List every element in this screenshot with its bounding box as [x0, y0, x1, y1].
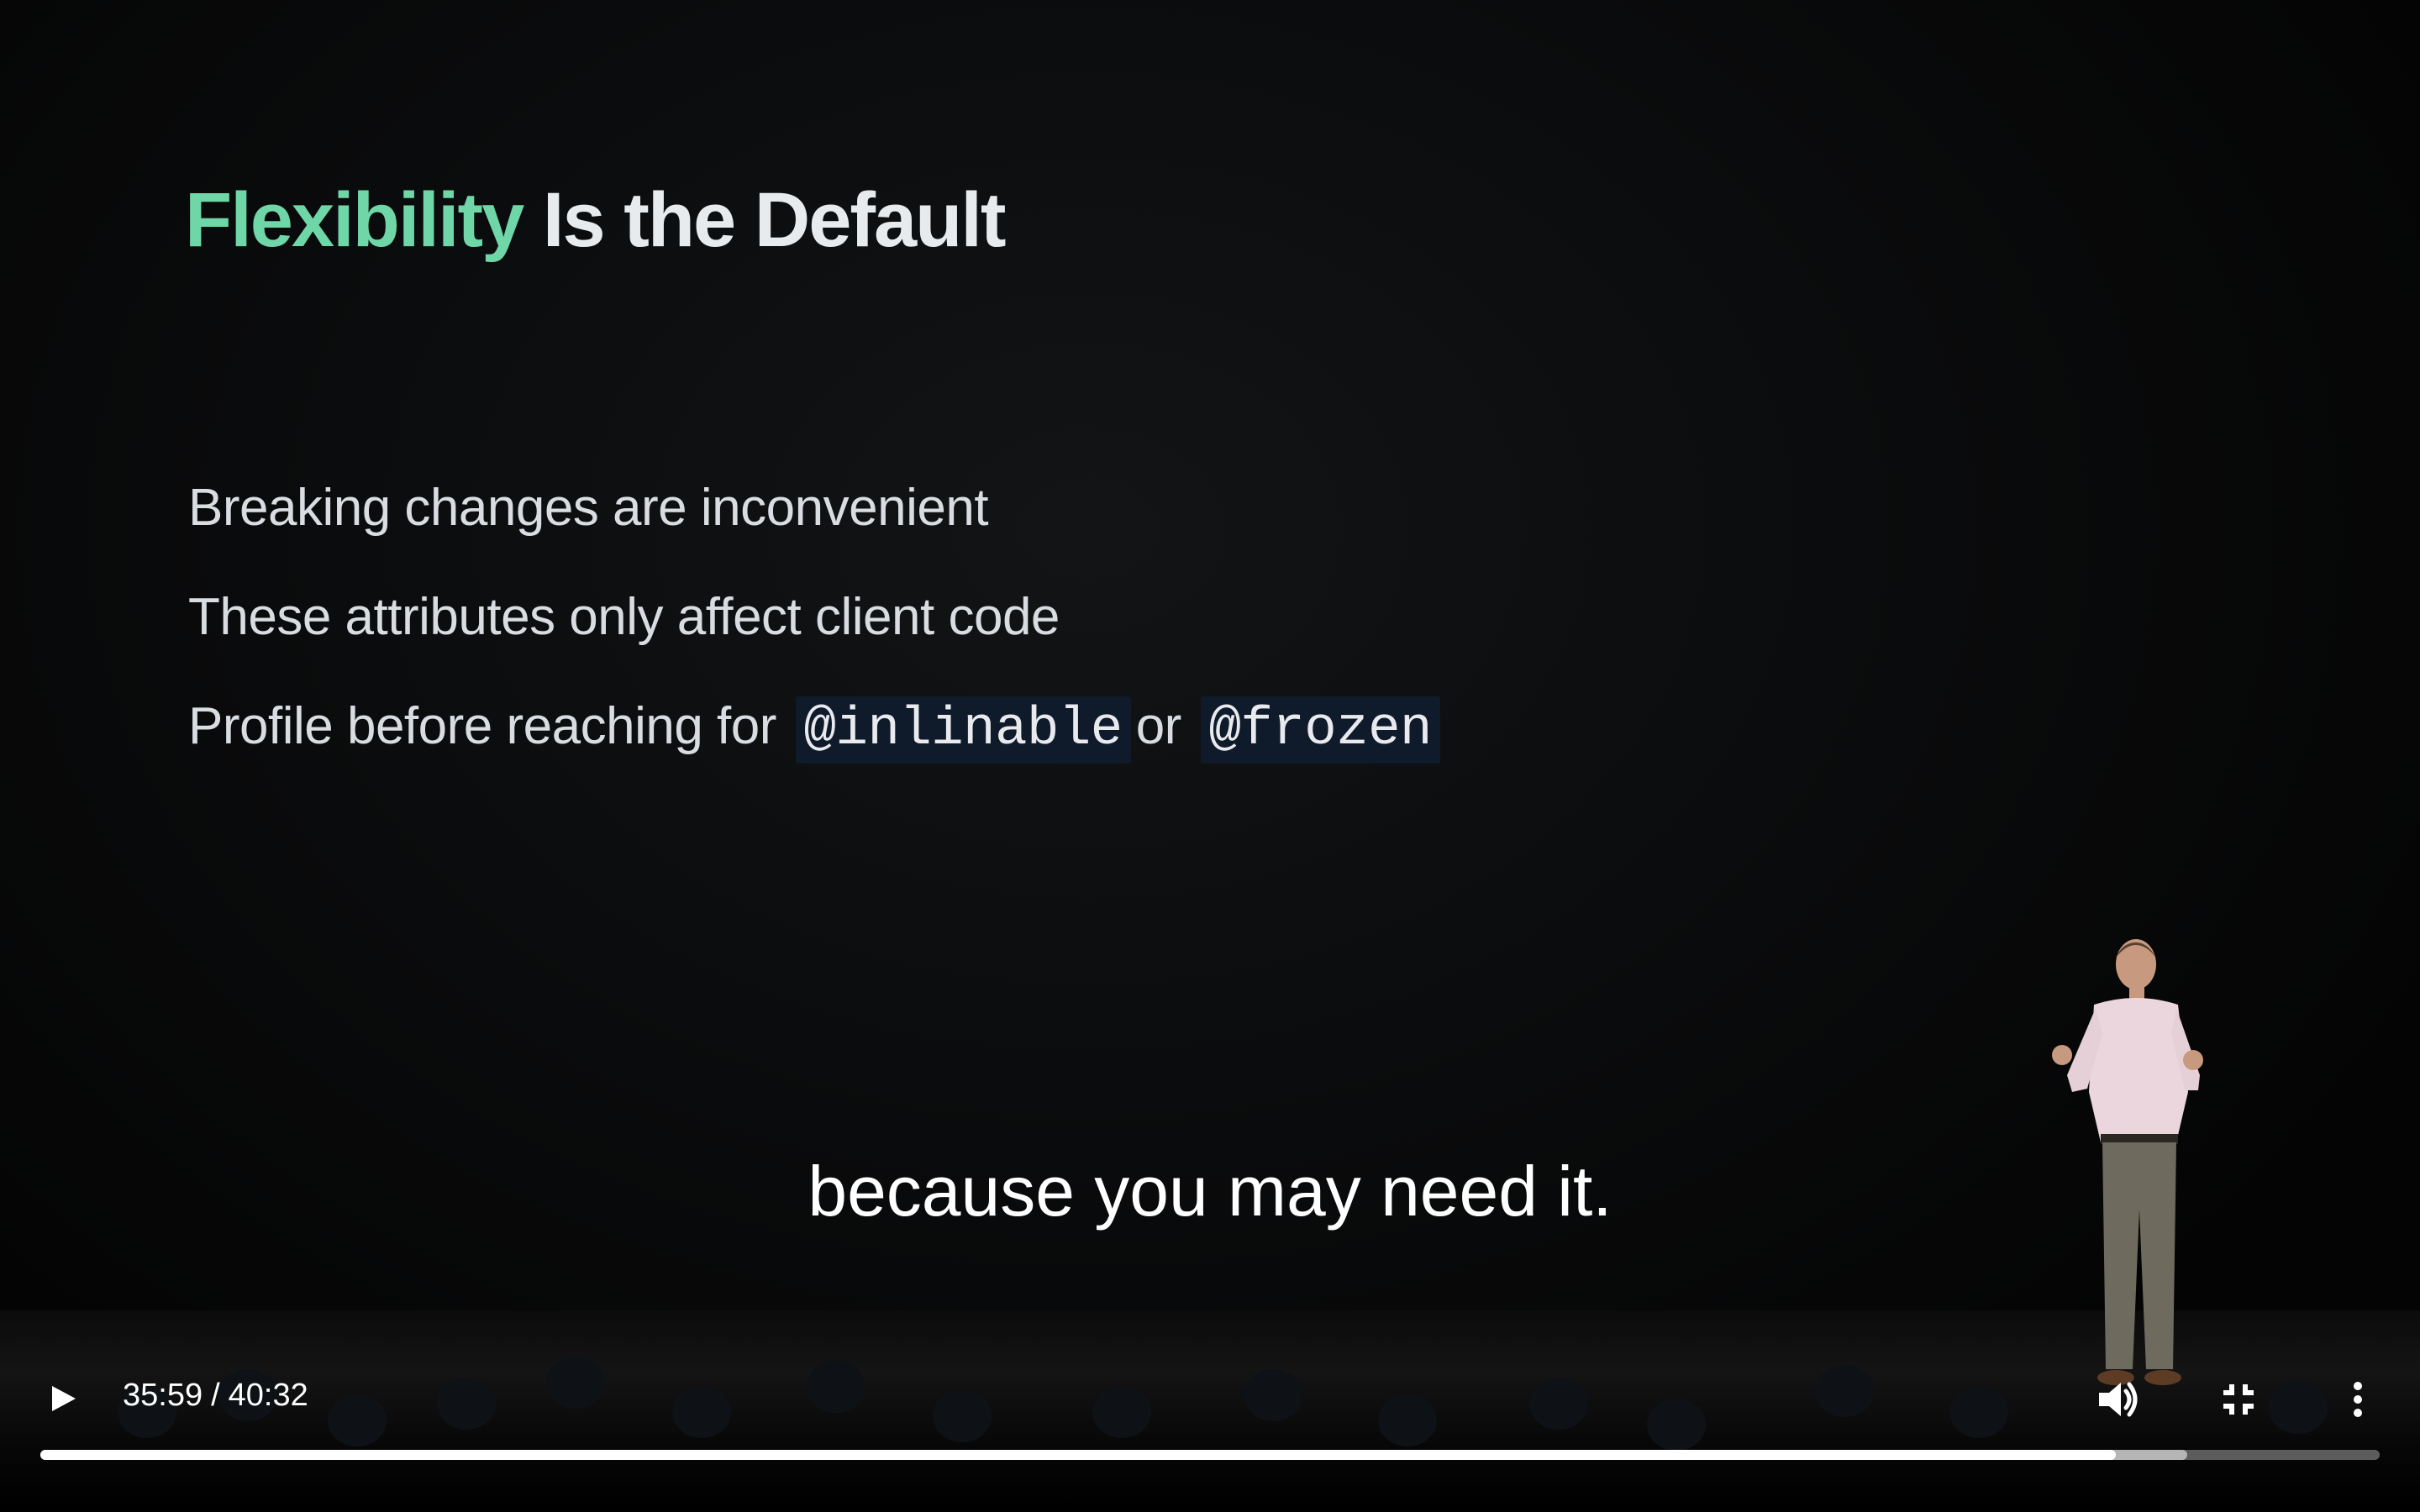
time-separator: / — [211, 1378, 220, 1413]
slide-bullet-list: Breaking changes are inconvenient These … — [188, 470, 1445, 798]
slide-title: Flexibility Is the Default — [185, 176, 1007, 265]
slide-bullet: These attributes only affect client code — [188, 588, 1060, 646]
presenter-hand-right — [2183, 1050, 2203, 1070]
more-vertical-icon — [2354, 1382, 2362, 1417]
slide-title-rest: Is the Default — [542, 177, 1007, 263]
more-options-button[interactable] — [2331, 1373, 2385, 1426]
volume-button[interactable] — [2091, 1373, 2144, 1426]
more-dot-bottom — [2354, 1409, 2362, 1417]
more-dot-mid — [2354, 1395, 2362, 1404]
time-display: 35:59/40:32 — [123, 1378, 308, 1414]
exit-fullscreen-button[interactable] — [2212, 1373, 2265, 1426]
slide-title-accent: Flexibility — [185, 177, 524, 263]
volume-icon — [2099, 1382, 2138, 1417]
seek-bar[interactable] — [40, 1450, 2380, 1460]
player-controls: 35:59/40:32 — [0, 1352, 2420, 1512]
presenter-shirt — [2089, 998, 2188, 1142]
volume-icon-wave-inner — [2123, 1389, 2132, 1410]
exit-fullscreen-corner-bl — [2223, 1404, 2234, 1415]
duration: 40:32 — [228, 1378, 308, 1413]
presenter-neck — [2129, 986, 2144, 1000]
volume-icon-speaker — [2099, 1383, 2121, 1416]
exit-fullscreen-corner-tr — [2243, 1384, 2254, 1395]
caption-text: because you may need it. — [808, 1152, 1612, 1231]
slide-bullet: Profile before reaching for @inlinable or… — [188, 689, 1445, 798]
play-icon — [52, 1386, 76, 1411]
seek-bar-played — [40, 1450, 2116, 1460]
presenter-head — [2116, 939, 2156, 990]
presenter-hand-left — [2052, 1045, 2072, 1065]
code-frozen: @frozen — [1200, 696, 1440, 764]
slide-bullet: Breaking changes are inconvenient — [188, 479, 989, 537]
slide-bullet-text: Profile before reaching for — [188, 697, 776, 755]
more-dot-top — [2354, 1382, 2362, 1390]
play-button[interactable] — [44, 1379, 82, 1418]
video-player[interactable]: Flexibility Is the Default Breaking chan… — [0, 0, 2420, 1512]
exit-fullscreen-icon — [2223, 1384, 2254, 1415]
exit-fullscreen-corner-br — [2243, 1404, 2254, 1415]
play-icon-shape — [52, 1386, 76, 1411]
slide-bullet-text: or — [1135, 697, 1182, 755]
code-inlinable: @inlinable — [795, 696, 1131, 764]
exit-fullscreen-corner-tl — [2223, 1384, 2234, 1395]
current-time: 35:59 — [123, 1378, 203, 1413]
